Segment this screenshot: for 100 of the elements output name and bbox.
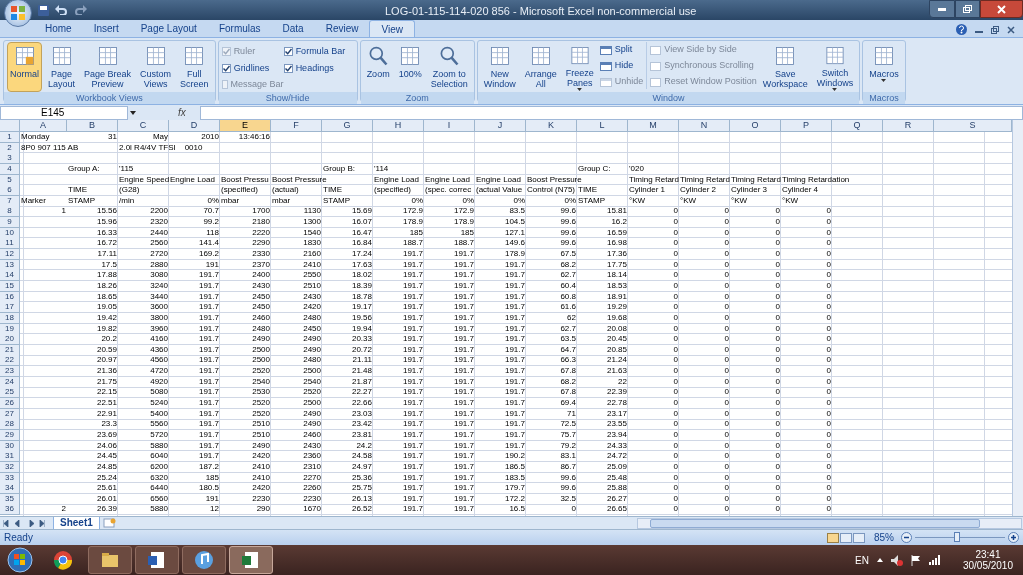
column-header[interactable]: J (475, 120, 526, 132)
maximize-button[interactable] (955, 0, 980, 18)
column-header[interactable]: I (424, 120, 475, 132)
row-header[interactable]: 36 (0, 504, 20, 516)
column-header[interactable]: M (628, 120, 679, 132)
row-header[interactable]: 29 (0, 429, 20, 441)
row-header[interactable]: 3 (0, 153, 20, 165)
ribbon-tab[interactable]: Page Layout (129, 20, 208, 37)
row-header[interactable]: 7 (0, 195, 20, 207)
save-icon[interactable] (38, 4, 49, 16)
ribbon-button[interactable]: Freeze Panes (562, 42, 597, 92)
ribbon-button[interactable]: Normal (7, 42, 42, 92)
close-button[interactable] (980, 0, 1023, 18)
column-header[interactable]: G (322, 120, 373, 132)
caret-icon[interactable] (876, 558, 883, 562)
ribbon-button[interactable]: New Window (480, 42, 519, 92)
caret-icon[interactable] (130, 110, 136, 115)
ribbon-button[interactable]: Custom Views (137, 42, 175, 92)
zoom-level[interactable]: 85% (874, 530, 894, 545)
ribbon-tab[interactable]: View (369, 20, 415, 37)
ribbon-button[interactable]: Hide (599, 59, 644, 73)
checkbox[interactable] (283, 47, 293, 57)
column-header[interactable]: P (781, 120, 832, 132)
column-header[interactable]: A (20, 120, 67, 132)
checkbox[interactable] (283, 63, 293, 73)
zoom-in-icon[interactable] (1008, 532, 1019, 543)
column-header[interactable]: S (934, 120, 1012, 132)
column-header[interactable]: K (526, 120, 577, 132)
clock-time[interactable]: 23:41 (975, 549, 1001, 560)
clock-date[interactable]: 30/05/2010 (962, 560, 1013, 571)
view-buttons-icon[interactable] (827, 532, 865, 543)
ribbon-button[interactable]: Zoom to Selection (427, 42, 471, 92)
row-header[interactable]: 26 (0, 398, 20, 409)
row-header[interactable]: 9 (0, 217, 20, 229)
column-header[interactable]: L (577, 120, 628, 132)
ribbon-button[interactable]: Split (599, 43, 644, 57)
ribbon-tab[interactable]: Home (34, 20, 83, 37)
column-header[interactable]: D (169, 120, 220, 132)
help-icon[interactable] (956, 24, 967, 35)
row-header[interactable]: 28 (0, 419, 20, 431)
vertical-scrollbar[interactable] (1012, 120, 1023, 516)
row-header[interactable]: 23 (0, 366, 20, 378)
formula-field[interactable] (200, 105, 1023, 120)
language-indicator[interactable]: EN (855, 552, 869, 568)
undo-icon[interactable] (55, 5, 67, 15)
column-header[interactable]: N (679, 120, 730, 132)
redo-icon[interactable] (75, 5, 87, 15)
row-header[interactable]: 22 (0, 355, 20, 367)
row-header[interactable]: 5 (0, 174, 20, 186)
horizontal-scrollbar[interactable] (636, 517, 1022, 529)
scrollbar-thumb[interactable] (649, 518, 980, 528)
row-header[interactable]: 32 (0, 461, 20, 473)
signal-icon[interactable] (928, 555, 941, 565)
close-icon[interactable] (1007, 25, 1015, 34)
column-header[interactable]: R (883, 120, 934, 132)
minimize-button[interactable] (929, 0, 955, 18)
zoom-slider[interactable] (915, 532, 1005, 543)
column-header[interactable]: C (118, 120, 169, 132)
speaker-icon[interactable] (890, 554, 903, 566)
ribbon-tab[interactable]: Formulas (207, 20, 272, 37)
row-header[interactable]: 11 (0, 238, 20, 250)
row-header[interactable]: 17 (0, 302, 20, 314)
flag-icon[interactable] (910, 554, 921, 566)
restore-icon[interactable] (991, 25, 999, 34)
ribbon-tab[interactable]: Insert (82, 20, 130, 37)
row-header[interactable]: 12 (0, 249, 20, 261)
ribbon-button[interactable]: Page Break Preview (81, 42, 135, 92)
row-header[interactable]: 34 (0, 483, 20, 495)
row-header[interactable]: 2 (0, 142, 20, 154)
sheet-navigation-icon[interactable] (3, 519, 45, 527)
ribbon-button[interactable]: Switch Windows (813, 42, 857, 92)
taskbar-button[interactable] (135, 546, 179, 574)
row-header[interactable]: 14 (0, 270, 20, 282)
slider-thumb[interactable] (954, 532, 961, 542)
taskbar-button[interactable] (182, 546, 226, 574)
taskbar-button[interactable] (229, 546, 273, 574)
taskbar-button[interactable] (88, 546, 132, 574)
function-button[interactable]: fx (178, 105, 198, 120)
ribbon-button[interactable]: Zoom (363, 42, 393, 92)
ribbon-tab[interactable]: Data (271, 20, 315, 37)
sheet-tab[interactable]: Sheet1 (53, 516, 100, 530)
row-header[interactable]: 25 (0, 387, 20, 399)
column-header[interactable]: F (271, 120, 322, 132)
ribbon-tab[interactable]: Review (314, 20, 370, 37)
row-header[interactable]: 4 (0, 163, 20, 175)
row-header[interactable]: 18 (0, 312, 20, 324)
column-header[interactable]: B (67, 120, 118, 132)
ribbon-button[interactable]: 100% (395, 42, 425, 92)
row-header[interactable]: 31 (0, 451, 20, 463)
column-header[interactable]: H (373, 120, 424, 132)
row-header[interactable]: 8 (0, 206, 20, 218)
row-header[interactable]: 20 (0, 334, 20, 346)
column-header[interactable]: E (220, 120, 271, 132)
row-header[interactable]: 15 (0, 280, 20, 292)
ribbon-button[interactable]: Save Workspace (759, 42, 811, 92)
row-header[interactable]: 1 (0, 132, 20, 143)
ribbon-button[interactable]: Macros (866, 42, 902, 92)
checkbox[interactable] (221, 63, 231, 73)
ribbon-button[interactable]: Full Screen (177, 42, 212, 92)
ribbon-button[interactable]: Page Layout (45, 42, 79, 92)
